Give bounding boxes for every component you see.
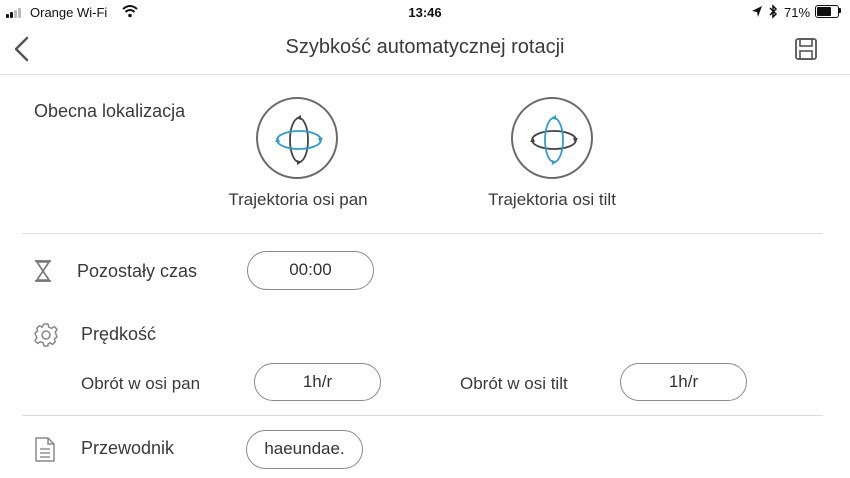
save-button[interactable] xyxy=(794,37,818,61)
battery-tip xyxy=(839,8,841,13)
pan-trajectory-caption: Trajektoria osi pan xyxy=(228,190,368,209)
gear-icon xyxy=(33,322,59,348)
bluetooth-icon xyxy=(768,4,778,22)
section-divider xyxy=(22,415,823,416)
battery-level xyxy=(817,7,831,16)
remaining-time-label: Pozostały czas xyxy=(77,261,198,281)
guide-label: Przewodnik xyxy=(81,438,175,458)
tilt-rotation-label: Obrót w osi tilt xyxy=(460,374,568,393)
section-divider xyxy=(22,233,823,234)
pan-rotation-icon xyxy=(275,115,323,165)
battery-icon xyxy=(815,5,839,18)
tilt-rotation-field[interactable]: 1h/r xyxy=(620,363,747,401)
pan-rotation-label: Obrót w osi pan xyxy=(81,374,201,393)
pan-trajectory-button[interactable] xyxy=(256,97,338,179)
guide-field[interactable]: haeundae. xyxy=(246,430,363,469)
current-location-label: Obecna lokalizacja xyxy=(34,101,186,121)
location-arrow-icon xyxy=(751,5,763,22)
battery-percent: 71% xyxy=(784,5,811,20)
pan-rotation-field[interactable]: 1h/r xyxy=(254,363,381,401)
clock: 13:46 xyxy=(408,5,442,20)
tilt-rotation-icon xyxy=(530,115,578,165)
tilt-trajectory-caption: Trajektoria osi tilt xyxy=(488,190,616,209)
tilt-trajectory-button[interactable] xyxy=(511,97,593,179)
status-bar: Orange Wi-Fi 13:46 71% xyxy=(0,0,850,24)
header-divider xyxy=(0,74,850,75)
page-title: Szybkość automatycznej rotacji xyxy=(285,36,565,58)
floppy-disk-icon xyxy=(795,38,817,60)
hourglass-icon xyxy=(30,258,56,284)
speed-label: Prędkość xyxy=(81,324,157,344)
document-icon xyxy=(32,436,58,462)
remaining-time-field[interactable]: 00:00 xyxy=(247,251,374,290)
